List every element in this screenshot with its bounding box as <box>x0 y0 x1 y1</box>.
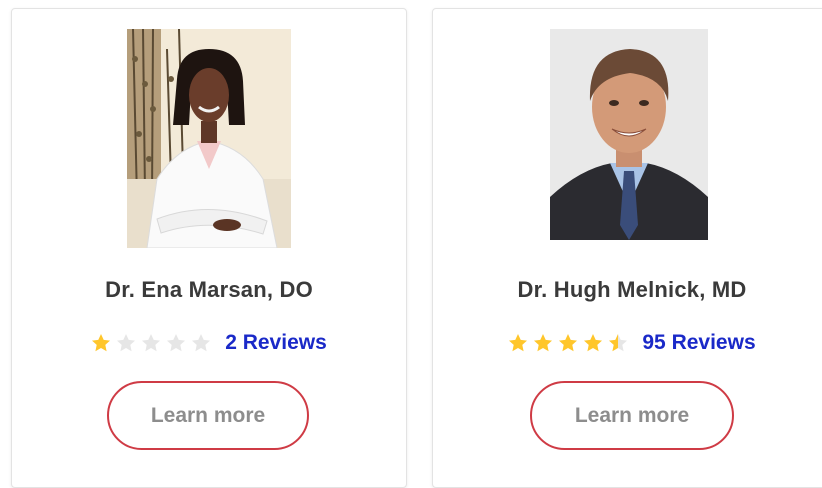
star-filled-icon <box>509 334 528 352</box>
star-filled-icon <box>584 334 603 352</box>
learn-more-button[interactable]: Learn more <box>107 381 309 450</box>
star-rating <box>508 333 628 353</box>
star-half-icon <box>609 334 628 352</box>
rating-row: 95 Reviews <box>433 331 822 355</box>
star-filled-icon <box>559 334 578 352</box>
doctor-photo-icon <box>127 29 291 248</box>
star-empty-icon <box>192 334 211 352</box>
doctor-photo-icon <box>550 29 708 240</box>
doctor-name[interactable]: Dr. Ena Marsan, DO <box>12 277 406 303</box>
star-empty-icon <box>117 334 136 352</box>
reviews-link[interactable]: 95 Reviews <box>642 331 755 355</box>
star-filled-icon <box>92 334 111 352</box>
doctor-name[interactable]: Dr. Hugh Melnick, MD <box>433 277 822 303</box>
doctor-card: Dr. Ena Marsan, DO 2 Reviews Learn more <box>11 8 407 488</box>
star-filled-icon <box>534 334 553 352</box>
rating-row: 2 Reviews <box>12 331 406 355</box>
star-rating <box>91 333 211 353</box>
star-empty-icon <box>142 334 161 352</box>
doctor-photo[interactable] <box>550 29 708 240</box>
reviews-link[interactable]: 2 Reviews <box>225 331 327 355</box>
learn-more-button[interactable]: Learn more <box>530 381 734 450</box>
doctor-card: Dr. Hugh Melnick, MD 95 Reviews Learn mo… <box>432 8 822 488</box>
doctor-photo[interactable] <box>127 29 291 248</box>
star-empty-icon <box>167 334 186 352</box>
